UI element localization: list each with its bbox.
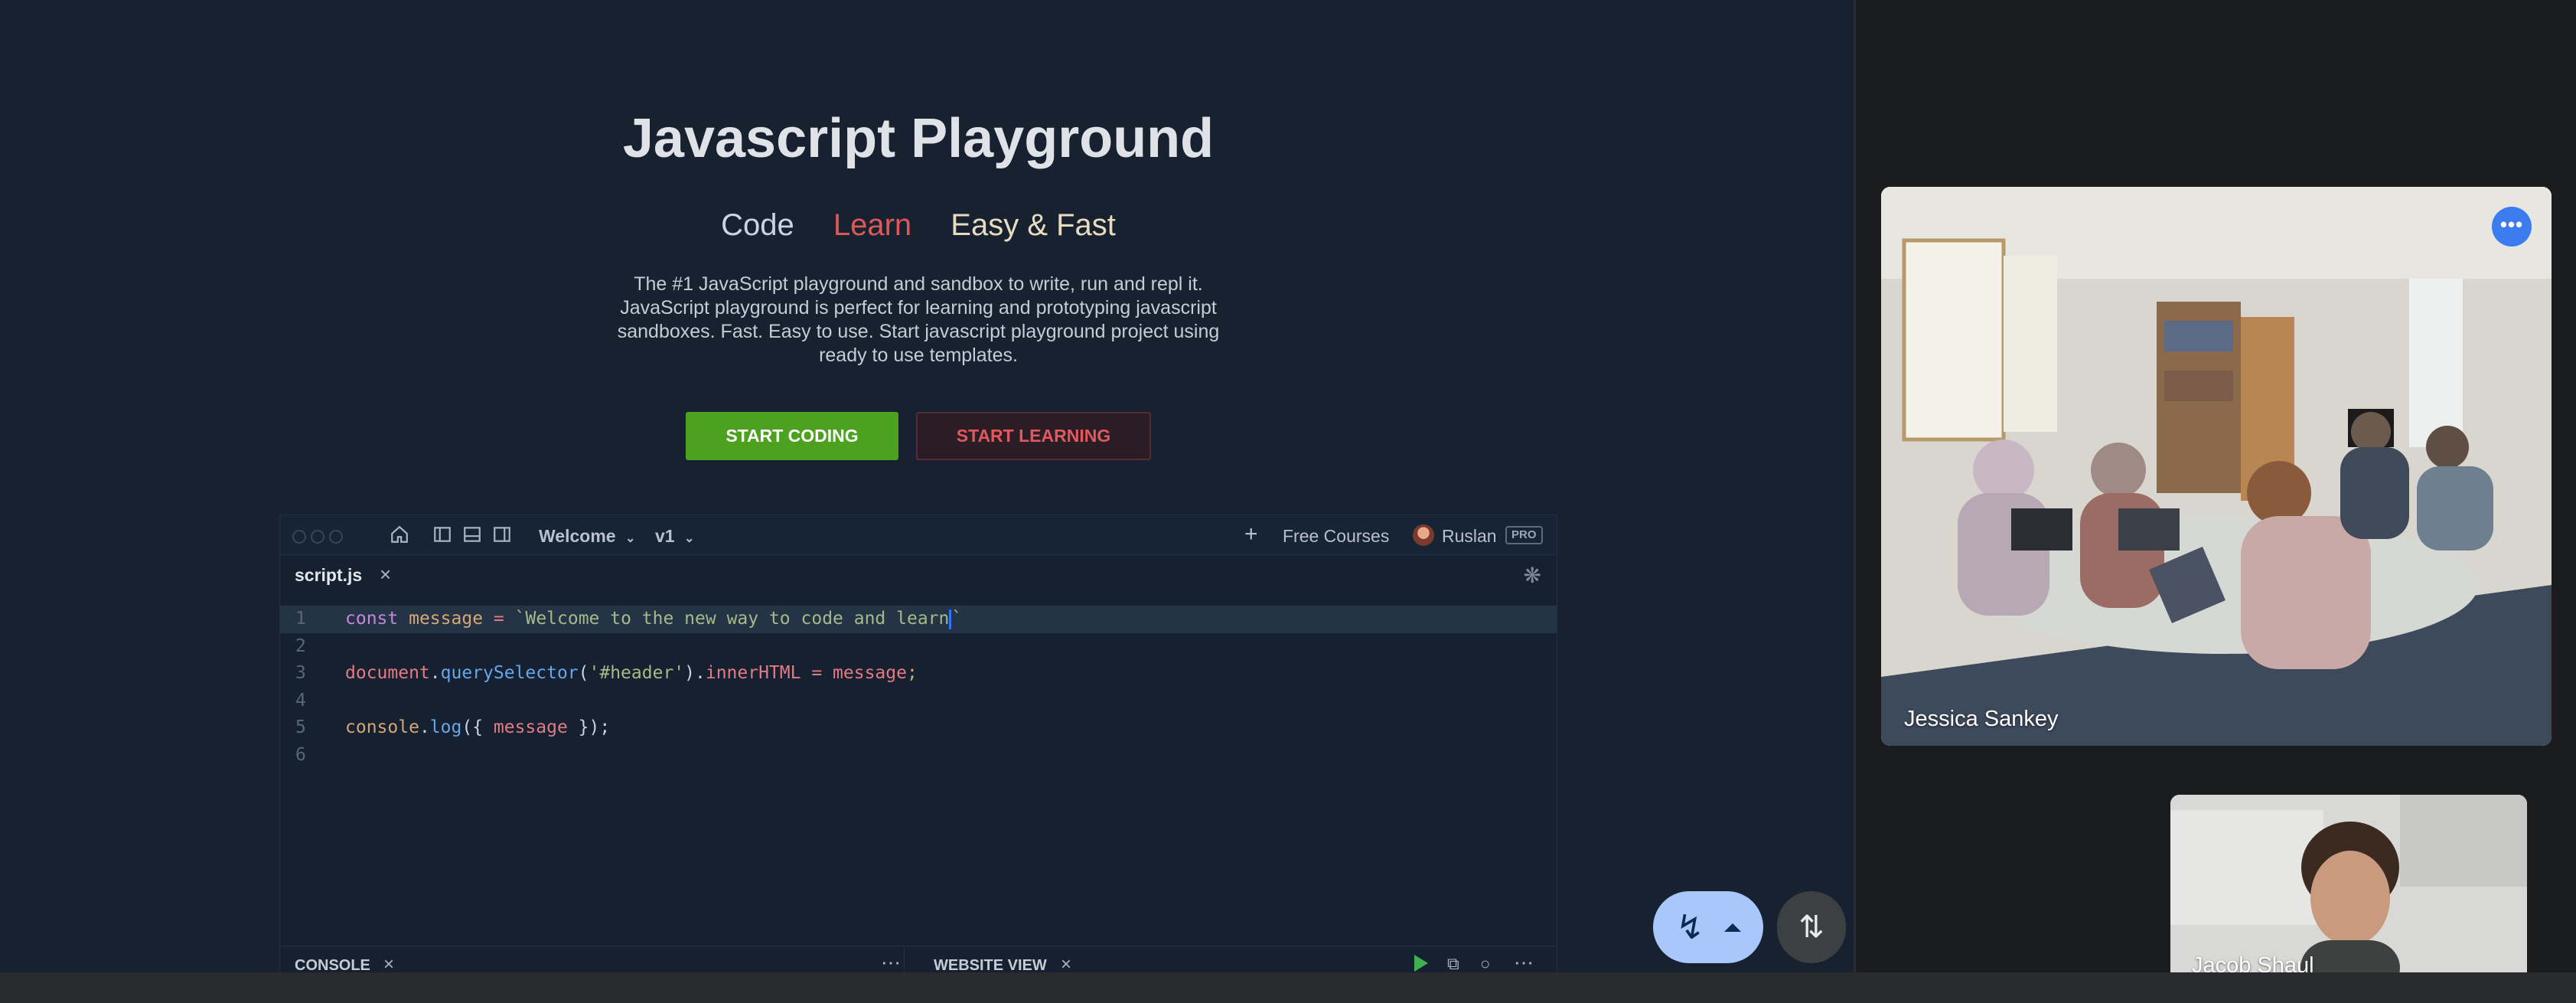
welcome-label: Welcome <box>539 526 616 546</box>
window-dots <box>292 530 343 544</box>
console-panel-tab[interactable]: CONSOLE <box>295 957 370 972</box>
home-icon[interactable] <box>389 524 410 546</box>
sidebar-left-icon[interactable] <box>432 524 453 546</box>
code-editor-window: Welcome ⌄ v1 ⌄ + Free Courses Ruslan PRO… <box>279 515 1557 972</box>
close-icon[interactable]: × <box>383 954 394 972</box>
chevron-up-icon <box>1723 923 1741 932</box>
free-courses-link[interactable]: Free Courses <box>1283 526 1389 547</box>
participant-tile-small[interactable]: Jacob Shaul <box>2170 795 2527 995</box>
more-horiz-icon[interactable]: ••• <box>2492 207 2532 247</box>
panel-divider <box>904 946 905 972</box>
avatar[interactable] <box>1413 524 1434 546</box>
code-text: const message = `Welcome to the new way … <box>345 609 963 629</box>
code-line[interactable]: 5 console.log({ message }); <box>280 714 1557 742</box>
start-learning-button[interactable]: START LEARNING <box>916 412 1151 460</box>
page-title: Javascript Playground <box>622 108 1215 169</box>
globe-icon[interactable]: ○ <box>1480 954 1490 972</box>
copy-icon[interactable]: ⧉ <box>1447 954 1459 972</box>
editor-toolbar: Welcome ⌄ v1 ⌄ + Free Courses Ruslan PRO <box>280 515 1557 555</box>
play-icon[interactable] <box>1414 955 1428 972</box>
code-line[interactable]: 2 <box>280 633 1557 661</box>
plus-icon[interactable]: + <box>1244 521 1258 547</box>
hero-tagline: Code Learn Easy & Fast <box>0 208 1837 243</box>
bolt-icon: ↯ <box>1676 908 1704 946</box>
panel-bottom-icon[interactable] <box>461 524 483 546</box>
file-tab[interactable]: script.js × ❋ <box>280 555 1557 593</box>
participant-tile-large[interactable]: ••• Jessica Sankey <box>1881 187 2552 746</box>
line-number: 3 <box>295 663 306 683</box>
file-tab-label: script.js <box>295 565 363 585</box>
version-label: v1 <box>655 526 675 546</box>
code-line[interactable]: 6 <box>280 742 1557 769</box>
tag-code: Code <box>721 208 794 242</box>
welcome-dropdown[interactable]: Welcome ⌄ <box>539 526 635 547</box>
bottom-bar <box>0 972 2576 1003</box>
close-icon[interactable]: × <box>1061 954 1071 972</box>
code-text: console.log({ message }); <box>345 717 611 737</box>
line-number: 4 <box>295 690 306 711</box>
code-line[interactable]: 1 const message = `Welcome to the new wa… <box>280 606 1557 633</box>
chevron-down-icon: ⌄ <box>624 532 636 545</box>
line-number: 6 <box>295 744 306 765</box>
code-line[interactable]: 3 document.querySelector('#header').inne… <box>280 660 1557 688</box>
tag-learn: Learn <box>833 208 912 242</box>
line-number: 5 <box>295 717 306 737</box>
swap-vertical-icon: ⇅ <box>1798 910 1824 944</box>
sidebar-right-icon[interactable] <box>491 524 513 546</box>
code-area[interactable]: 1 const message = `Welcome to the new wa… <box>280 606 1557 769</box>
pro-badge: PRO <box>1505 526 1543 544</box>
bottom-panels: CONSOLE × ⋯ WEBSITE VIEW × ⧉ ○ ⋯ <box>280 946 1557 972</box>
website-view-panel-tab[interactable]: WEBSITE VIEW <box>934 957 1047 972</box>
loading-spinner-icon: ❋ <box>1523 564 1541 587</box>
divider <box>1854 0 1856 972</box>
code-text: document.querySelector('#header').innerH… <box>345 663 918 683</box>
shared-screen: Javascript Playground Code Learn Easy & … <box>0 0 1854 972</box>
chevron-down-icon: ⌄ <box>683 532 695 545</box>
user-name[interactable]: Ruslan <box>1442 526 1497 547</box>
classroom-video-feed <box>1881 187 2552 746</box>
hero-description: The #1 JavaScript playground and sandbox… <box>617 273 1220 366</box>
version-dropdown[interactable]: v1 ⌄ <box>655 526 694 547</box>
participant-name: Jessica Sankey <box>1904 707 2059 731</box>
close-icon[interactable]: × <box>380 563 391 586</box>
tag-easy-fast: Easy & Fast <box>951 208 1116 242</box>
line-number: 2 <box>295 635 306 656</box>
code-line[interactable]: 4 <box>280 688 1557 715</box>
more-horiz-icon[interactable]: ⋯ <box>881 951 902 972</box>
more-horiz-icon[interactable]: ⋯ <box>1514 951 1534 972</box>
line-number: 1 <box>295 609 306 629</box>
swap-vertical-button[interactable]: ⇅ <box>1777 891 1846 963</box>
reactions-button[interactable]: ↯ <box>1653 891 1763 963</box>
start-coding-button[interactable]: START CODING <box>686 412 898 460</box>
